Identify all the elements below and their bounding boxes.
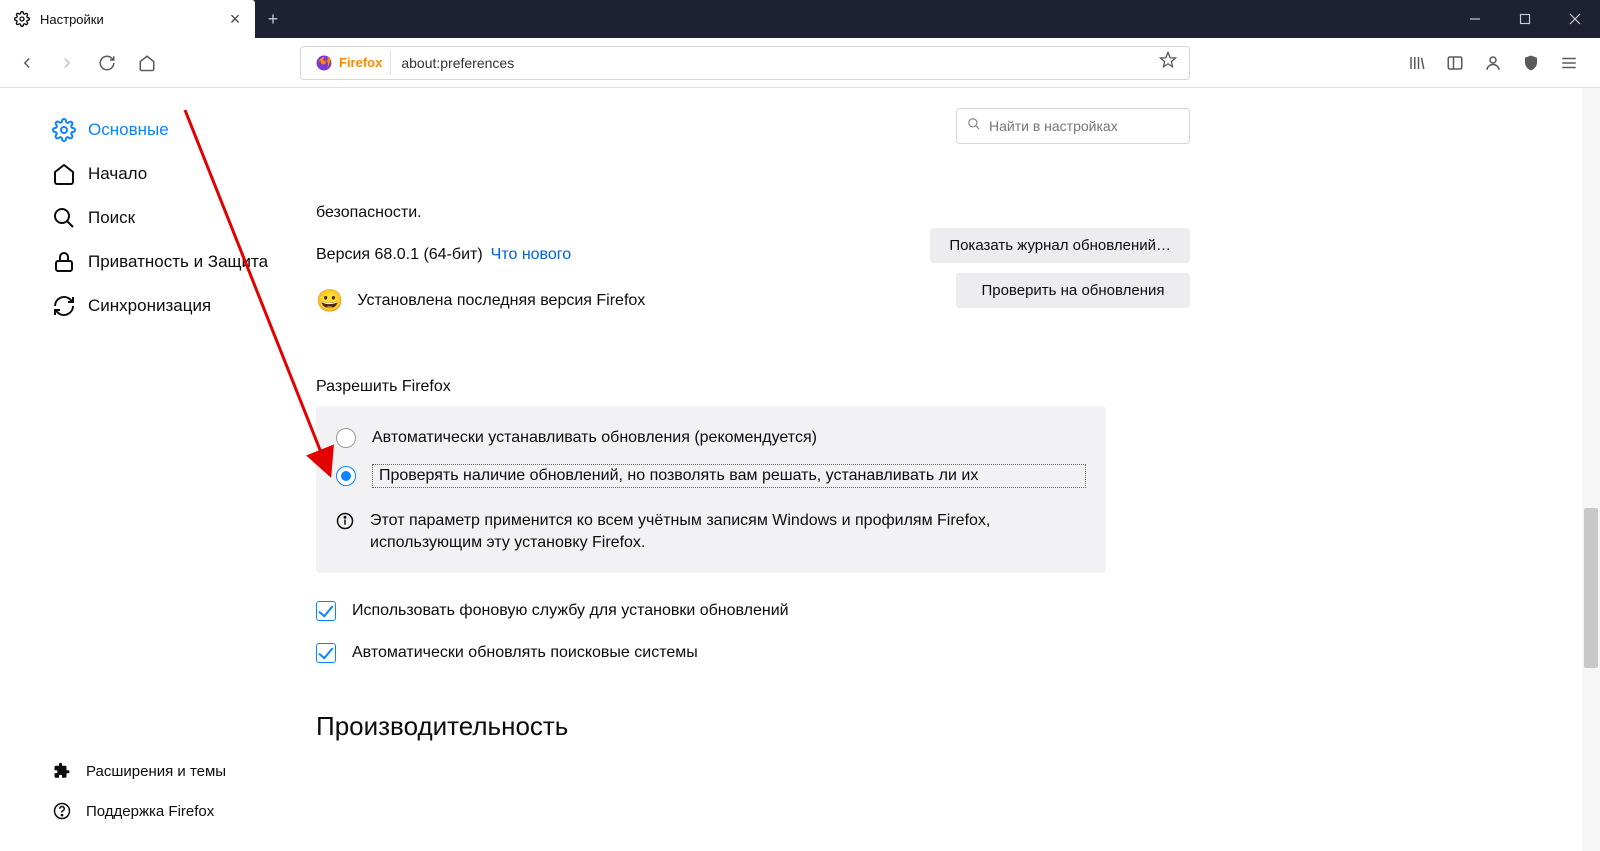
forward-button[interactable] <box>50 46 84 80</box>
back-button[interactable] <box>10 46 44 80</box>
url-input[interactable] <box>397 55 1147 71</box>
sync-icon <box>52 294 76 318</box>
whats-new-link[interactable]: Что нового <box>491 246 572 264</box>
identity-box[interactable]: Firefox <box>307 51 391 75</box>
viewport-scrollbar[interactable] <box>1582 88 1600 851</box>
sidebar-item-label: Начало <box>88 164 147 184</box>
account-button[interactable] <box>1476 46 1510 80</box>
info-icon <box>336 512 356 532</box>
radio-label: Проверять наличие обновлений, но позволя… <box>372 464 1086 488</box>
check-for-updates-button[interactable]: Проверить на обновления <box>956 273 1190 308</box>
sidebar-item-general[interactable]: Основные <box>52 108 300 152</box>
sidebar-item-label: Приватность и Защита <box>88 252 268 272</box>
reload-button[interactable] <box>90 46 124 80</box>
library-button[interactable] <box>1400 46 1434 80</box>
status-text: Установлена последняя версия Firefox <box>357 292 645 310</box>
checkbox-icon <box>316 643 336 663</box>
checkbox-label: Использовать фоновую службу для установк… <box>352 602 789 620</box>
home-button[interactable] <box>130 46 164 80</box>
show-update-history-button[interactable]: Показать журнал обновлений… <box>930 228 1190 263</box>
info-text: Этот параметр применится ко всем учётным… <box>370 510 1086 555</box>
search-icon <box>52 206 76 230</box>
sidebar-item-sync[interactable]: Синхронизация <box>52 284 300 328</box>
minimize-button[interactable] <box>1450 0 1500 38</box>
sidebar-item-search[interactable]: Поиск <box>52 196 300 240</box>
new-tab-button[interactable]: + <box>255 0 291 38</box>
radio-check-only[interactable]: Проверять наличие обновлений, но позволя… <box>336 456 1086 496</box>
allow-heading: Разрешить Firefox <box>316 378 1106 396</box>
sidebar-item-label: Основные <box>88 120 169 140</box>
sidebar: Основные Начало Поиск Приватность и Защи… <box>0 88 300 851</box>
checkbox-background-service[interactable]: Использовать фоновую службу для установк… <box>316 593 1106 629</box>
radio-icon <box>336 466 356 486</box>
title-bar: Настройки × + <box>0 0 1600 38</box>
home-icon <box>52 162 76 186</box>
info-row: Этот параметр применится ко всем учётным… <box>336 510 1086 555</box>
checkbox-icon <box>316 601 336 621</box>
navigation-toolbar: Firefox <box>0 38 1600 88</box>
identity-label: Firefox <box>339 55 382 70</box>
checkbox-auto-update-search-engines[interactable]: Автоматически обновлять поисковые систем… <box>316 635 1106 671</box>
partial-text: безопасности. <box>316 204 1106 222</box>
ublock-icon[interactable] <box>1514 46 1548 80</box>
tab-title: Настройки <box>40 12 225 27</box>
radio-label: Автоматически устанавливать обновления (… <box>372 429 817 447</box>
lock-icon <box>52 250 76 274</box>
window-controls <box>1450 0 1600 38</box>
close-tab-button[interactable]: × <box>225 9 245 29</box>
footer-label: Расширения и темы <box>86 763 226 780</box>
settings-search-input[interactable] <box>989 118 1179 134</box>
sidebar-item-privacy[interactable]: Приватность и Защита <box>52 240 300 284</box>
help-icon <box>52 801 72 821</box>
update-buttons: Показать журнал обновлений… Проверить на… <box>930 228 1190 308</box>
sidebar-nav: Основные Начало Поиск Приватность и Защи… <box>52 108 300 751</box>
preferences-page: Основные Начало Поиск Приватность и Защи… <box>0 88 1600 851</box>
radio-auto-install[interactable]: Автоматически устанавливать обновления (… <box>336 420 1086 456</box>
smile-icon: 😀 <box>316 288 343 314</box>
sidebar-footer: Расширения и темы Поддержка Firefox <box>52 751 300 831</box>
content-pane: Показать журнал обновлений… Проверить на… <box>300 88 1600 851</box>
sidebar-toggle-button[interactable] <box>1438 46 1472 80</box>
sidebar-item-home[interactable]: Начало <box>52 152 300 196</box>
update-mode-group: Автоматически устанавливать обновления (… <box>316 406 1106 573</box>
gear-icon <box>14 11 30 27</box>
browser-tab[interactable]: Настройки × <box>0 0 255 38</box>
radio-icon <box>336 428 356 448</box>
performance-heading: Производительность <box>316 711 1106 742</box>
sidebar-item-label: Поиск <box>88 208 135 228</box>
firefox-icon <box>315 54 333 72</box>
sidebar-footer-support[interactable]: Поддержка Firefox <box>52 791 300 831</box>
checkbox-label: Автоматически обновлять поисковые систем… <box>352 644 698 662</box>
url-bar[interactable]: Firefox <box>300 46 1190 80</box>
sidebar-footer-extensions[interactable]: Расширения и темы <box>52 751 300 791</box>
gear-icon <box>52 118 76 142</box>
maximize-button[interactable] <box>1500 0 1550 38</box>
bookmark-star-icon[interactable] <box>1153 51 1183 74</box>
sidebar-item-label: Синхронизация <box>88 296 211 316</box>
menu-button[interactable] <box>1552 46 1586 80</box>
footer-label: Поддержка Firefox <box>86 803 214 820</box>
close-window-button[interactable] <box>1550 0 1600 38</box>
search-pane <box>956 108 1190 144</box>
settings-search[interactable] <box>956 108 1190 144</box>
version-text: Версия 68.0.1 (64-бит) <box>316 246 483 264</box>
toolbar-right <box>1400 46 1590 80</box>
puzzle-icon <box>52 761 72 781</box>
search-icon <box>967 117 981 136</box>
scrollbar-thumb[interactable] <box>1584 508 1598 668</box>
